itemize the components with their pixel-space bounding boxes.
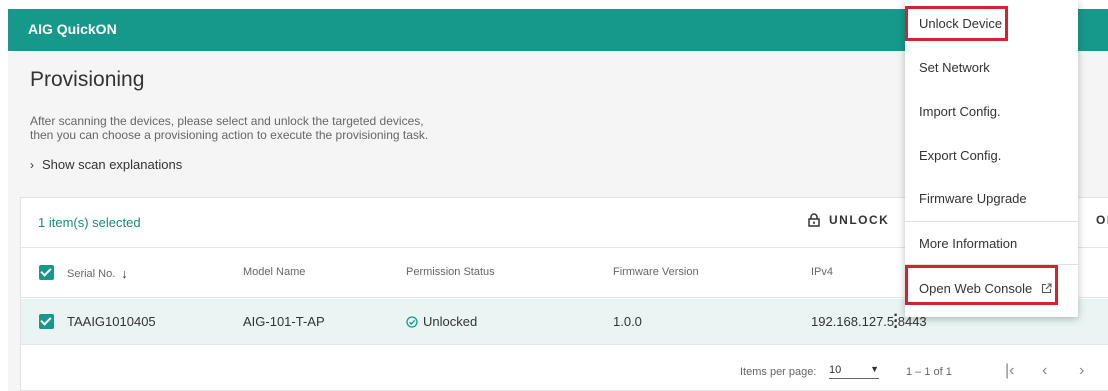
- menu-item-set-network[interactable]: Set Network: [905, 46, 1078, 88]
- scan-toggle-label: Show scan explanations: [42, 157, 183, 172]
- description-line-2: then you can choose a provisioning actio…: [30, 128, 429, 142]
- column-serial-no[interactable]: Serial No. ↓: [67, 266, 128, 281]
- page-description: After scanning the devices, please selec…: [30, 114, 428, 142]
- items-per-page-label: Items per page:: [740, 366, 817, 378]
- cell-permission-status: Unlocked: [406, 314, 477, 329]
- provisioning-action-button[interactable]: ON: [1096, 213, 1108, 227]
- column-label: IPv4: [811, 266, 834, 278]
- cell-serial: TAAIG1010405: [67, 314, 156, 329]
- column-permission-status: Permission Status: [406, 266, 495, 278]
- description-line-1: After scanning the devices, please selec…: [30, 114, 424, 128]
- highlight-unlock-device: [905, 6, 1008, 41]
- column-firmware-version: Firmware Version: [613, 266, 699, 278]
- column-label: Serial No.: [67, 267, 116, 280]
- cell-model: AIG-101-T-AP: [243, 314, 325, 329]
- select-all-checkbox[interactable]: [39, 265, 54, 280]
- check-circle-icon: [406, 315, 418, 328]
- show-scan-explanations-toggle[interactable]: › Show scan explanations: [30, 157, 182, 172]
- cell-firmware: 1.0.0: [613, 314, 642, 329]
- table-paginator: Items per page: 10 ▼ 1 – 1 of 1 |‹ ‹ ›: [21, 345, 1108, 391]
- unlock-button[interactable]: UNLOCK: [808, 213, 889, 227]
- page-title: Provisioning: [30, 68, 145, 91]
- row-checkbox[interactable]: [39, 314, 54, 329]
- app-title: AIG QuickON: [28, 21, 117, 37]
- menu-item-export-config[interactable]: Export Config.: [905, 134, 1078, 176]
- arrow-down-icon: ↓: [121, 266, 128, 281]
- column-label: Model Name: [243, 266, 306, 278]
- unlock-button-label: UNLOCK: [829, 213, 890, 227]
- items-per-page-value: 10: [829, 364, 842, 376]
- next-page-icon[interactable]: ›: [1079, 362, 1084, 380]
- first-page-icon[interactable]: |‹: [1005, 362, 1014, 380]
- column-model-name: Model Name: [243, 266, 305, 278]
- items-per-page-select[interactable]: 10 ▼: [829, 364, 879, 379]
- column-label: Firmware Version: [613, 266, 699, 278]
- menu-item-firmware-upgrade[interactable]: Firmware Upgrade: [905, 177, 1078, 219]
- prev-page-icon[interactable]: ‹: [1042, 362, 1047, 380]
- status-text: Unlocked: [423, 314, 478, 329]
- column-ipv4: IPv4: [811, 266, 833, 278]
- menu-item-more-information[interactable]: More Information: [905, 222, 1078, 264]
- lock-icon: [808, 213, 820, 227]
- dropdown-caret-icon: ▼: [870, 364, 879, 374]
- page-range: 1 – 1 of 1: [906, 366, 952, 378]
- kebab-icon[interactable]: · · ·: [891, 308, 901, 336]
- highlight-open-web-console: [905, 265, 1058, 305]
- menu-item-import-config[interactable]: Import Config.: [905, 90, 1078, 132]
- selected-count: 1 item(s) selected: [38, 215, 141, 230]
- chevron-right-icon: ›: [30, 157, 34, 172]
- column-label: Permission Status: [406, 266, 495, 278]
